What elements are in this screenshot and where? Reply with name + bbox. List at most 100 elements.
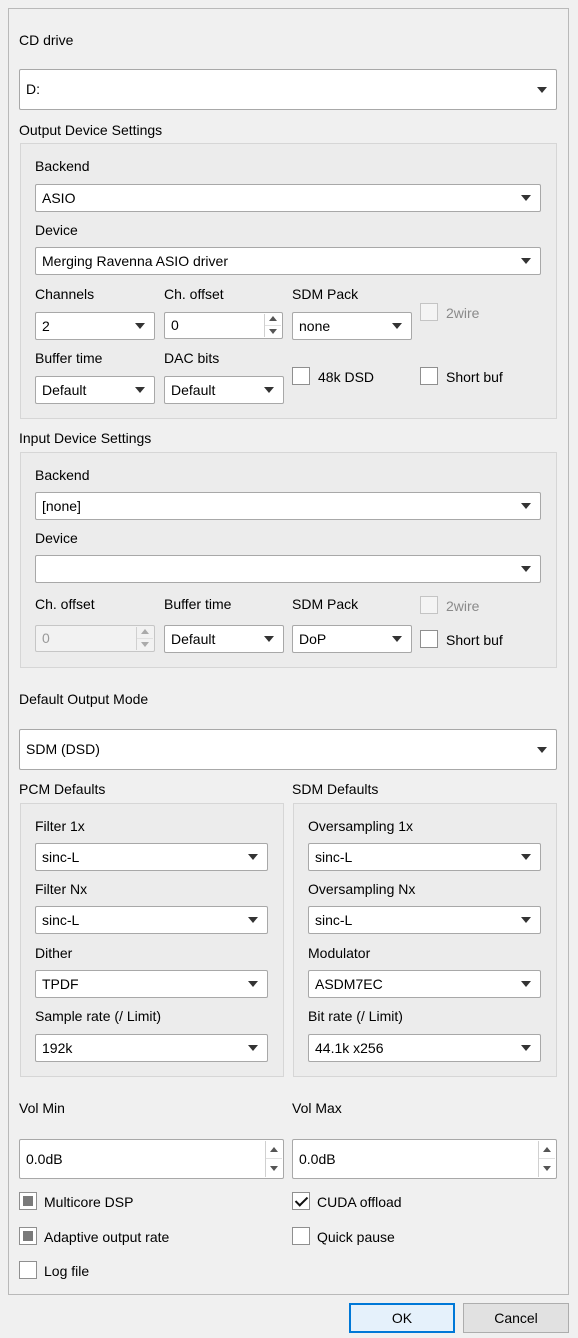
chevron-down-icon (135, 323, 145, 329)
input-backend-value: [none] (42, 498, 81, 514)
spin-up-icon[interactable] (265, 314, 281, 326)
output-buffer-time-label: Buffer time (35, 350, 103, 366)
output-backend-label: Backend (35, 158, 90, 174)
pcm-filter1x-select[interactable]: sinc-L (35, 843, 268, 871)
input-2wire-label: 2wire (446, 598, 480, 614)
spin-buttons (265, 1141, 282, 1177)
input-short-buf-label: Short buf (446, 632, 503, 648)
vol-max-spinbox[interactable]: 0.0dB (292, 1139, 557, 1179)
output-backend-value: ASIO (42, 190, 76, 206)
spin-down-icon[interactable] (137, 639, 153, 651)
output-buffer-time-select[interactable]: Default (35, 376, 155, 404)
cuda-offload-checkbox[interactable] (292, 1192, 310, 1210)
sdm-defaults-title: SDM Defaults (292, 781, 379, 797)
chevron-down-icon (264, 636, 274, 642)
chevron-down-icon (248, 1045, 258, 1051)
cancel-button[interactable]: Cancel (463, 1303, 569, 1333)
pcm-sample-rate-select[interactable]: 192k (35, 1034, 268, 1062)
output-2wire-checkbox[interactable] (420, 303, 438, 321)
cuda-offload-label: CUDA offload (317, 1194, 402, 1210)
input-backend-select[interactable]: [none] (35, 492, 541, 520)
sdm-bit-rate-value: 44.1k x256 (315, 1040, 384, 1056)
input-short-buf-checkbox[interactable] (420, 630, 438, 648)
multicore-dsp-label: Multicore DSP (44, 1194, 134, 1210)
sdm-modulator-select[interactable]: ASDM7EC (308, 970, 541, 998)
adaptive-output-rate-checkbox[interactable] (19, 1227, 37, 1245)
pcm-filternx-select[interactable]: sinc-L (35, 906, 268, 934)
cd-drive-select[interactable]: D: (19, 69, 557, 110)
pcm-filternx-label: Filter Nx (35, 881, 88, 897)
output-short-buf-checkbox[interactable] (420, 367, 438, 385)
output-channels-value: 2 (42, 318, 50, 334)
pcm-dither-value: TPDF (42, 976, 79, 992)
input-ch-offset-value: 0 (42, 630, 50, 646)
output-dac-bits-select[interactable]: Default (164, 376, 284, 404)
pcm-sample-rate-label: Sample rate (/ Limit) (35, 1008, 162, 1024)
output-backend-select[interactable]: ASIO (35, 184, 541, 212)
sdm-osnx-select[interactable]: sinc-L (308, 906, 541, 934)
vol-min-label: Vol Min (19, 1100, 65, 1116)
output-channels-select[interactable]: 2 (35, 312, 155, 340)
chevron-down-icon (248, 981, 258, 987)
spin-down-icon[interactable] (265, 326, 281, 338)
spin-up-icon[interactable] (539, 1141, 555, 1159)
output-device-label: Device (35, 222, 78, 238)
pcm-dither-label: Dither (35, 945, 73, 961)
default-output-mode-label: Default Output Mode (19, 691, 149, 707)
sdm-bit-rate-label: Bit rate (/ Limit) (308, 1008, 403, 1024)
input-device-select[interactable] (35, 555, 541, 583)
chevron-down-icon (537, 746, 547, 753)
sdm-os1x-select[interactable]: sinc-L (308, 843, 541, 871)
output-buffer-time-value: Default (42, 382, 87, 398)
vol-min-spinbox[interactable]: 0.0dB (19, 1139, 284, 1179)
output-channels-label: Channels (35, 286, 95, 302)
output-short-buf-label: Short buf (446, 369, 503, 385)
output-ch-offset-spinbox[interactable]: 0 (164, 312, 283, 339)
input-buffer-time-select[interactable]: Default (164, 625, 284, 653)
chevron-down-icon (521, 258, 531, 264)
pcm-filter1x-value: sinc-L (42, 849, 80, 865)
spin-up-icon[interactable] (266, 1141, 282, 1159)
output-sdm-pack-select[interactable]: none (292, 312, 412, 340)
sdm-os1x-value: sinc-L (315, 849, 353, 865)
output-ch-offset-value: 0 (171, 317, 179, 333)
input-ch-offset-label: Ch. offset (35, 596, 95, 612)
sdm-modulator-value: ASDM7EC (315, 976, 383, 992)
input-backend-label: Backend (35, 467, 90, 483)
output-ch-offset-label: Ch. offset (164, 286, 224, 302)
chevron-down-icon (521, 195, 531, 201)
output-48k-dsd-checkbox[interactable] (292, 367, 310, 385)
sdm-osnx-label: Oversampling Nx (308, 881, 416, 897)
multicore-dsp-checkbox[interactable] (19, 1192, 37, 1210)
default-output-mode-value: SDM (DSD) (26, 741, 100, 757)
input-sdm-pack-value: DoP (299, 631, 327, 647)
output-2wire-label: 2wire (446, 305, 480, 321)
spin-up-icon[interactable] (137, 627, 153, 639)
pcm-filternx-value: sinc-L (42, 912, 80, 928)
output-device-select[interactable]: Merging Ravenna ASIO driver (35, 247, 541, 275)
quick-pause-checkbox[interactable] (292, 1227, 310, 1245)
log-file-checkbox[interactable] (19, 1261, 37, 1279)
input-ch-offset-spinbox[interactable]: 0 (35, 625, 155, 652)
input-sdm-pack-select[interactable]: DoP (292, 625, 412, 653)
spin-buttons (136, 627, 153, 650)
default-output-mode-select[interactable]: SDM (DSD) (19, 729, 557, 770)
sdm-bit-rate-select[interactable]: 44.1k x256 (308, 1034, 541, 1062)
output-settings-title: Output Device Settings (19, 122, 163, 138)
spin-down-icon[interactable] (539, 1159, 555, 1177)
quick-pause-label: Quick pause (317, 1229, 395, 1245)
pcm-dither-select[interactable]: TPDF (35, 970, 268, 998)
pcm-sample-rate-value: 192k (42, 1040, 73, 1056)
vol-min-value: 0.0dB (26, 1151, 63, 1167)
chevron-down-icon (521, 566, 531, 572)
output-sdm-pack-label: SDM Pack (292, 286, 359, 302)
vol-max-value: 0.0dB (299, 1151, 336, 1167)
output-48k-dsd-label: 48k DSD (318, 369, 375, 385)
spin-buttons (538, 1141, 555, 1177)
input-buffer-time-value: Default (171, 631, 216, 647)
ok-button[interactable]: OK (349, 1303, 455, 1333)
spin-down-icon[interactable] (266, 1159, 282, 1177)
chevron-down-icon (248, 917, 258, 923)
sdm-os1x-label: Oversampling 1x (308, 818, 414, 834)
input-2wire-checkbox[interactable] (420, 596, 438, 614)
